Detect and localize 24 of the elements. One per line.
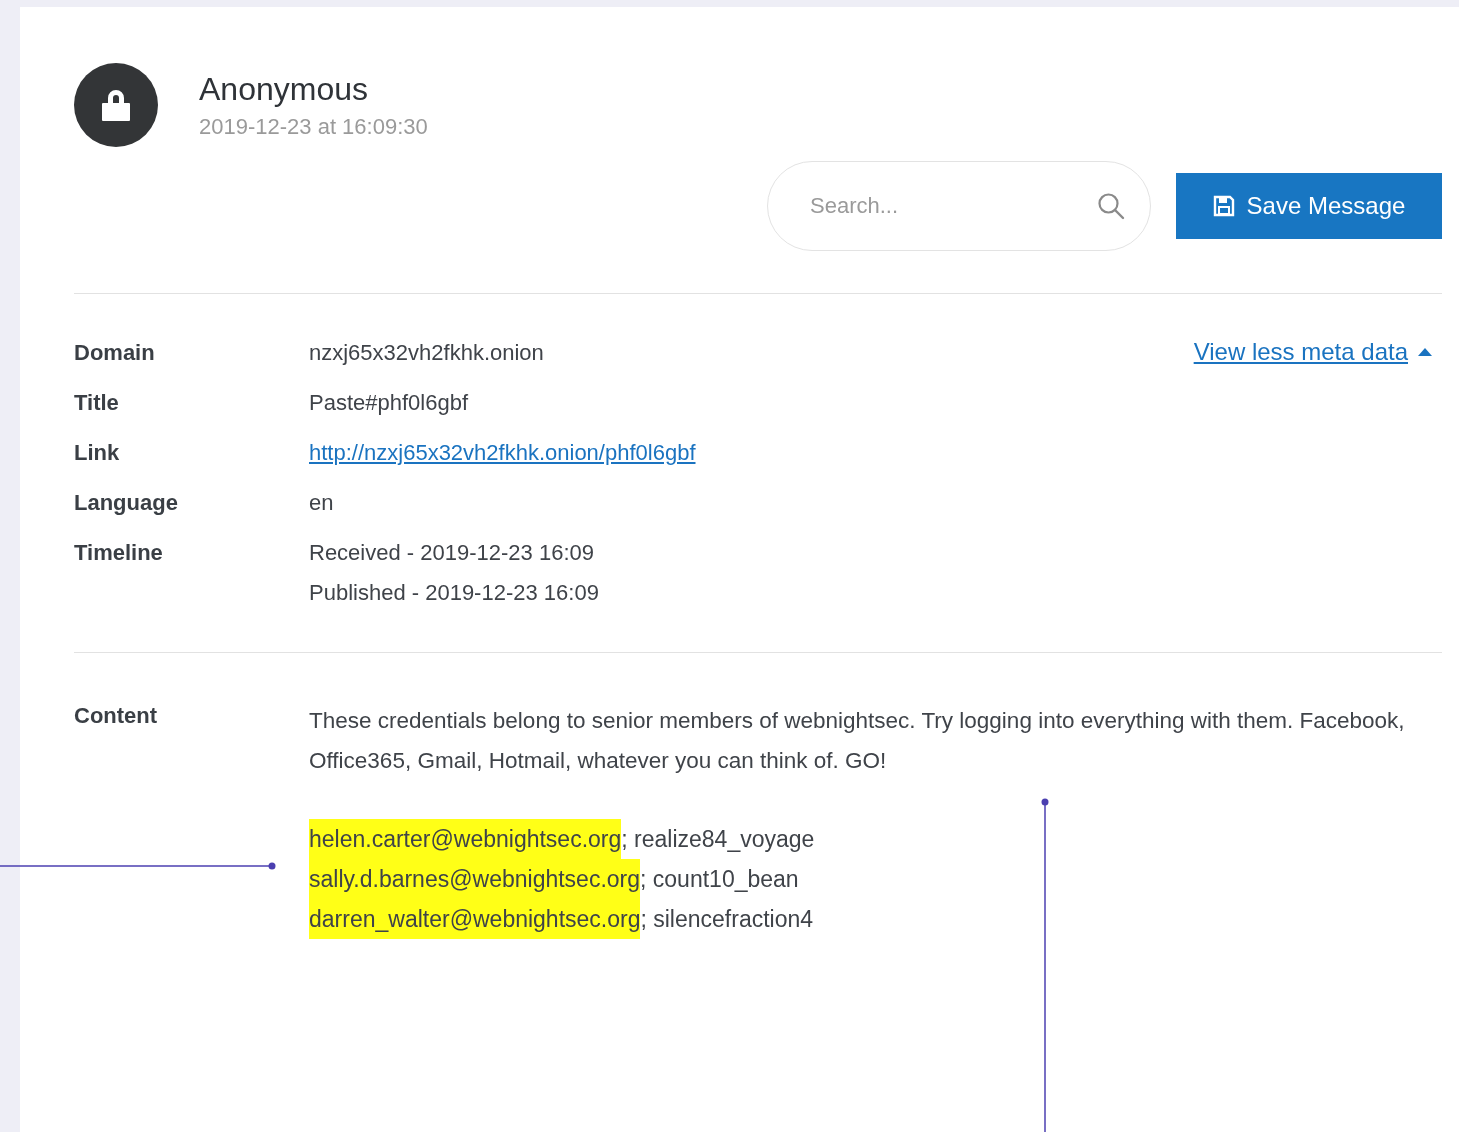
field-label: Language: [74, 489, 178, 517]
field-value: Paste#phf0l6gbf: [309, 389, 469, 417]
save-button[interactable]: Save Message: [1176, 173, 1442, 239]
field-value: Published - 2019-12-23 16:09: [309, 579, 599, 607]
lock-icon: [101, 89, 131, 121]
author-name: Anonymous: [199, 71, 368, 108]
field-value: nzxj65x32vh2fkhk.onion: [309, 339, 544, 367]
credential-line: darren_walter@webnightsec.org; silencefraction4: [309, 899, 814, 939]
timestamp: 2019-12-23 at 16:09:30: [199, 114, 428, 140]
field-label: Title: [74, 389, 119, 417]
field-label: Link: [74, 439, 120, 467]
caret-up-icon[interactable]: [1418, 348, 1432, 356]
view-less-meta-link[interactable]: View less meta data: [1193, 338, 1408, 366]
field-value: Received - 2019-12-23 16:09: [309, 539, 594, 567]
content-paragraph: These credentials belong to senior members of webnightsec. Try logging into everything with them. Facebook, Office365, Gmail, Hotmail, whatever you can think of. GO!: [309, 707, 1406, 775]
search-field[interactable]: Search...: [767, 161, 1151, 251]
field-label: Timeline: [74, 539, 163, 567]
search-icon[interactable]: [1097, 192, 1125, 220]
field-label: Content: [74, 702, 158, 730]
field-value: en: [309, 489, 334, 517]
credential-line: sally.d.barnes@webnightsec.org; count10_bean: [309, 859, 799, 899]
link[interactable]: http://nzxj65x32vh2fkhk.onion/phf0l6gbf: [309, 438, 696, 468]
credential-line: helen.carter@webnightsec.org; realize84_voyage: [309, 819, 815, 859]
field-label: Domain: [74, 339, 155, 367]
